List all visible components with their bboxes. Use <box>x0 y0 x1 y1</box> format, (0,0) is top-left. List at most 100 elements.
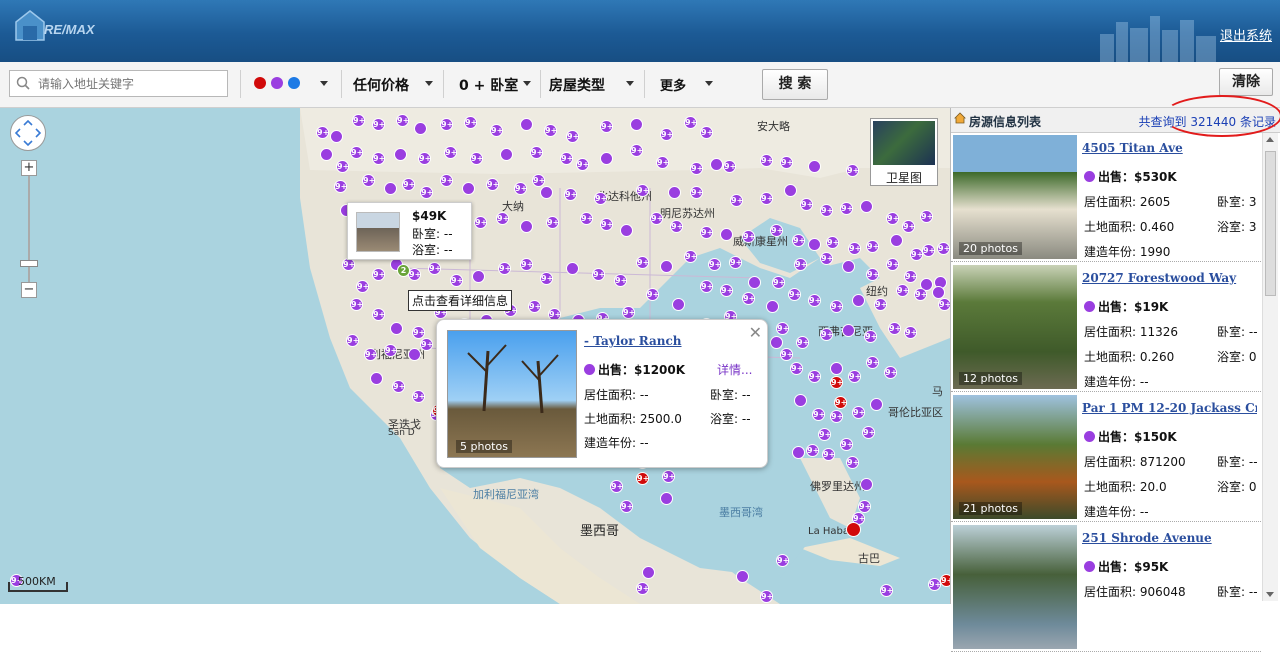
property-marker[interactable]: 9+ <box>392 380 405 393</box>
hover-listing-popup[interactable]: $49K 卧室: -- 浴室: -- <box>347 202 472 260</box>
property-marker[interactable]: 9+ <box>808 294 821 307</box>
property-marker[interactable]: 9+ <box>684 250 697 263</box>
property-marker[interactable]: 9+ <box>528 300 541 313</box>
property-marker[interactable]: 9+ <box>396 114 409 127</box>
property-marker[interactable]: 9+ <box>866 240 879 253</box>
property-marker[interactable]: 9+ <box>884 366 897 379</box>
scroll-down-icon[interactable] <box>1266 592 1274 597</box>
listing-address-link[interactable]: Par 1 PM 12-20 Jackass Creek ... <box>1082 401 1257 415</box>
property-marker[interactable]: 9+ <box>848 370 861 383</box>
property-marker[interactable]: 9+ <box>820 204 833 217</box>
property-marker[interactable] <box>842 260 855 273</box>
property-marker[interactable]: 9+ <box>858 500 871 513</box>
property-marker[interactable]: 9+ <box>690 186 703 199</box>
more-filter[interactable]: 更多 <box>660 75 686 94</box>
property-marker[interactable]: 9+ <box>866 356 879 369</box>
property-marker[interactable]: 9+ <box>532 174 545 187</box>
property-marker[interactable]: 9+ <box>412 326 425 339</box>
property-marker[interactable]: 9+ <box>840 438 853 451</box>
property-marker[interactable]: 9+ <box>486 178 499 191</box>
property-marker-red[interactable]: 9+ <box>940 574 950 587</box>
property-marker[interactable]: 9+ <box>334 180 347 193</box>
price-dropdown-chevron-icon[interactable] <box>425 81 433 86</box>
property-marker[interactable]: 9+ <box>592 268 605 281</box>
property-marker[interactable] <box>566 262 579 275</box>
satellite-view-button[interactable]: 卫星图 <box>870 118 938 186</box>
property-marker[interactable] <box>620 224 633 237</box>
property-marker[interactable]: 9+ <box>830 410 843 423</box>
status-dropdown-chevron-icon[interactable] <box>320 81 328 86</box>
property-marker[interactable]: 9+ <box>564 188 577 201</box>
property-marker[interactable] <box>384 182 397 195</box>
listing-item[interactable]: 12 photos 20727 Forestwood Way 出售：$19K 居住面积… <box>951 263 1261 392</box>
property-marker[interactable]: 9+ <box>544 124 557 137</box>
listing-item[interactable]: 21 photos Par 1 PM 12-20 Jackass Creek ..… <box>951 393 1261 522</box>
popup-listing-photo[interactable]: 5 photos <box>447 330 577 458</box>
property-marker[interactable] <box>842 324 855 337</box>
property-marker[interactable]: 9+ <box>760 192 773 205</box>
property-marker[interactable]: 9+ <box>662 470 675 483</box>
property-marker[interactable] <box>860 200 873 213</box>
property-marker[interactable]: 9+ <box>630 144 643 157</box>
property-marker[interactable] <box>784 184 797 197</box>
listing-address-link[interactable]: 20727 Forestwood Way <box>1082 271 1257 285</box>
map-pan-control[interactable] <box>10 115 46 151</box>
property-marker[interactable]: 9+ <box>402 178 415 191</box>
property-marker[interactable]: 9+ <box>560 152 573 165</box>
property-marker[interactable]: 9+ <box>490 124 503 137</box>
property-marker[interactable] <box>660 492 673 505</box>
property-marker[interactable] <box>932 286 945 299</box>
property-marker[interactable]: 9+ <box>362 174 375 187</box>
listing-photo[interactable]: 20 photos <box>953 135 1077 259</box>
zoom-slider-track[interactable] <box>28 170 30 292</box>
property-marker[interactable]: 9+ <box>670 220 683 233</box>
property-marker[interactable]: 9+ <box>520 258 533 271</box>
bedroom-dropdown-chevron-icon[interactable] <box>523 81 531 86</box>
property-marker[interactable]: 9+ <box>937 242 950 255</box>
property-marker[interactable]: 9+ <box>372 152 385 165</box>
property-marker[interactable]: 9+ <box>904 326 917 339</box>
property-marker[interactable] <box>660 260 673 273</box>
property-marker[interactable]: 9+ <box>792 234 805 247</box>
property-marker[interactable] <box>770 336 783 349</box>
property-marker[interactable]: 9+ <box>874 298 887 311</box>
listing-address-link[interactable]: 251 Shrode Avenue <box>1082 531 1257 545</box>
property-marker[interactable] <box>520 118 533 131</box>
property-marker[interactable]: 9+ <box>800 198 813 211</box>
property-marker[interactable]: 9+ <box>864 330 877 343</box>
property-marker[interactable]: 9+ <box>820 328 833 341</box>
listing-photo[interactable]: 21 photos <box>953 395 1077 519</box>
property-marker[interactable] <box>672 298 685 311</box>
property-marker[interactable] <box>852 294 865 307</box>
property-marker[interactable] <box>370 372 383 385</box>
property-marker[interactable]: 9+ <box>840 202 853 215</box>
property-marker[interactable]: 9+ <box>316 126 329 139</box>
property-marker[interactable]: 9+ <box>920 210 933 223</box>
property-marker[interactable]: 9+ <box>830 300 843 313</box>
property-marker[interactable]: 9+ <box>614 274 627 287</box>
property-marker[interactable] <box>330 130 343 143</box>
property-marker[interactable]: 9+ <box>888 322 901 335</box>
property-marker[interactable] <box>792 446 805 459</box>
property-marker[interactable]: 9+ <box>636 184 649 197</box>
property-marker[interactable]: 9+ <box>818 428 831 441</box>
zoom-slider-thumb[interactable] <box>20 260 38 267</box>
property-marker[interactable]: 9+ <box>646 288 659 301</box>
property-marker[interactable]: 9+ <box>938 298 950 311</box>
property-marker[interactable]: 9+ <box>636 256 649 269</box>
property-marker[interactable]: 9+ <box>776 554 789 567</box>
listing-photo[interactable]: 12 photos <box>953 265 1077 389</box>
property-marker[interactable]: 9+ <box>364 348 377 361</box>
listing-photo[interactable] <box>953 525 1077 649</box>
property-marker[interactable]: 9+ <box>794 258 807 271</box>
listing-item[interactable]: 251 Shrode Avenue 出售：$95K 居住面积: 906048 卧室: … <box>951 523 1261 652</box>
property-marker[interactable]: 9+ <box>826 236 839 249</box>
property-marker[interactable]: 9+ <box>902 220 915 233</box>
property-marker[interactable]: 9+ <box>700 126 713 139</box>
property-marker[interactable]: 9+ <box>760 154 773 167</box>
property-marker[interactable] <box>642 566 655 579</box>
property-marker[interactable]: 9+ <box>806 444 819 457</box>
property-marker[interactable]: 9+ <box>812 408 825 421</box>
property-marker[interactable]: 9+ <box>350 298 363 311</box>
property-marker[interactable]: 9+ <box>866 268 879 281</box>
